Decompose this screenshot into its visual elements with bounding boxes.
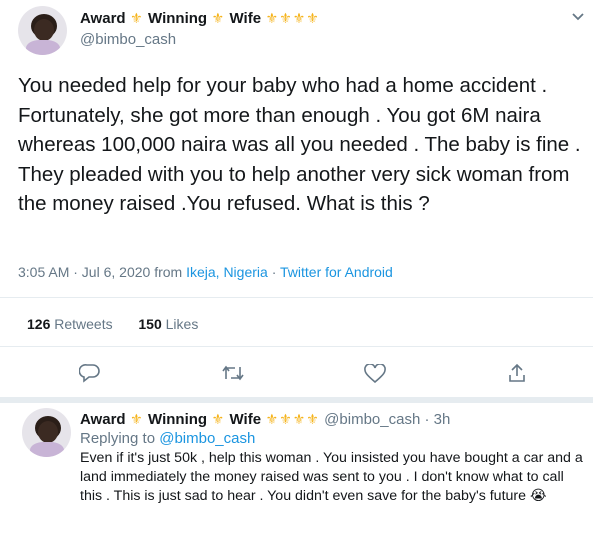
crown-icon: ⚜ xyxy=(211,10,226,26)
divider xyxy=(0,297,593,298)
reply-text: Even if it's just 50k , help this woman … xyxy=(80,450,583,504)
author-handle[interactable]: @bimbo_cash · 3h xyxy=(324,411,450,428)
location-link[interactable]: Ikeja, Nigeria xyxy=(186,264,268,280)
tweet-stats: 126 Retweets 150 Likes xyxy=(27,316,198,332)
retweets-stat[interactable]: 126 Retweets xyxy=(27,316,117,332)
crown-icon: ⚜ xyxy=(130,411,144,427)
reply-icon[interactable] xyxy=(79,363,101,383)
crown-icon: ⚜⚜⚜⚜ xyxy=(265,10,320,26)
avatar[interactable] xyxy=(22,408,71,457)
crown-icon: ⚜⚜⚜⚜ xyxy=(265,411,320,427)
name-part: Winning xyxy=(148,411,208,428)
tweet-text: You needed help for your baby who had a … xyxy=(18,74,581,215)
tweet-meta: 3:05 AM · Jul 6, 2020 from Ikeja, Nigeri… xyxy=(18,264,393,280)
name-part: Award xyxy=(80,10,126,27)
retweets-count: 126 xyxy=(27,316,51,332)
author-name[interactable]: Award ⚜ Winning ⚜ Wife ⚜⚜⚜⚜ xyxy=(80,10,320,28)
avatar[interactable] xyxy=(18,6,67,55)
crown-icon: ⚜ xyxy=(211,411,226,427)
name-part: Winning xyxy=(148,10,208,27)
heart-icon[interactable] xyxy=(364,364,386,384)
likes-count: 150 xyxy=(138,316,162,332)
timestamp[interactable]: 3:05 AM · Jul 6, 2020 from xyxy=(18,264,182,280)
chevron-down-icon[interactable] xyxy=(571,12,585,22)
crown-icon: ⚜ xyxy=(130,10,144,26)
retweet-icon[interactable] xyxy=(221,364,245,382)
client-link[interactable]: Twitter for Android xyxy=(280,264,393,280)
replying-handle-link[interactable]: @bimbo_cash xyxy=(159,430,255,447)
divider xyxy=(0,346,593,347)
retweets-label: Retweets xyxy=(54,316,113,332)
separator: · xyxy=(271,264,277,280)
name-part: Wife xyxy=(229,10,262,27)
author-handle[interactable]: @bimbo_cash xyxy=(80,31,176,48)
section-divider xyxy=(0,397,593,403)
likes-stat[interactable]: 150 Likes xyxy=(138,316,198,332)
share-icon[interactable] xyxy=(507,363,527,383)
likes-label: Likes xyxy=(165,316,199,332)
author-name[interactable]: Award ⚜ Winning ⚜ Wife ⚜⚜⚜⚜ xyxy=(80,411,324,428)
reply-header: Award ⚜ Winning ⚜ Wife ⚜⚜⚜⚜ @bimbo_cash … xyxy=(80,411,450,429)
name-part: Wife xyxy=(229,411,262,428)
name-part: Award xyxy=(80,411,126,428)
replying-prefix: Replying to xyxy=(80,430,156,447)
replying-to: Replying to @bimbo_cash xyxy=(80,430,255,447)
